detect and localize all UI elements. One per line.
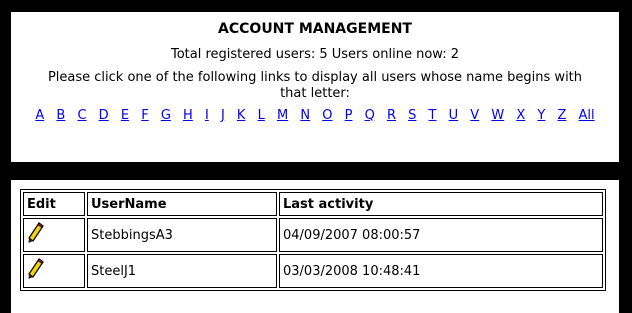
letter-link-all[interactable]: All [579, 108, 595, 124]
letter-link-k[interactable]: K [237, 108, 246, 124]
pencil-icon[interactable] [27, 222, 45, 244]
letter-link-r[interactable]: R [387, 108, 396, 124]
letter-link-u[interactable]: U [449, 108, 459, 124]
letter-link-n[interactable]: N [300, 108, 310, 124]
letter-link-z[interactable]: Z [557, 108, 566, 124]
letter-link-o[interactable]: O [322, 108, 332, 124]
letter-link-p[interactable]: P [345, 108, 353, 124]
letter-link-i[interactable]: I [205, 108, 209, 124]
last-activity-cell: 04/09/2007 08:00:57 [279, 218, 603, 252]
table-row: StebbingsA3 04/09/2007 08:00:57 [23, 218, 603, 252]
letter-link-q[interactable]: Q [365, 108, 375, 124]
users-table: Edit UserName Last activity StebbingsA3 [20, 189, 606, 291]
account-management-panel: ACCOUNT MANAGEMENT Total registered user… [11, 12, 619, 162]
table-row: SteelJ1 03/03/2008 10:48:41 [23, 254, 603, 288]
letter-link-s[interactable]: S [408, 108, 416, 124]
edit-cell [23, 254, 85, 288]
column-header-last-activity: Last activity [279, 192, 603, 216]
letter-link-v[interactable]: V [470, 108, 479, 124]
letter-link-a[interactable]: A [35, 108, 44, 124]
edit-cell [23, 218, 85, 252]
letter-link-w[interactable]: W [491, 108, 504, 124]
table-header-row: Edit UserName Last activity [23, 192, 603, 216]
letter-links: A B C D E F G H I J K L M N O P Q R S T … [25, 108, 605, 124]
letter-link-m[interactable]: M [277, 108, 288, 124]
page-title: ACCOUNT MANAGEMENT [218, 21, 412, 37]
letter-link-l[interactable]: L [258, 108, 265, 124]
pencil-icon[interactable] [27, 258, 45, 280]
letter-link-e[interactable]: E [121, 108, 129, 124]
column-header-username: UserName [87, 192, 277, 216]
letter-link-t[interactable]: T [429, 108, 437, 124]
letter-link-h[interactable]: H [183, 108, 193, 124]
letter-link-d[interactable]: D [99, 108, 109, 124]
letter-link-g[interactable]: G [161, 108, 171, 124]
users-table-panel: Edit UserName Last activity StebbingsA3 [11, 180, 619, 313]
username-cell: SteelJ1 [87, 254, 277, 288]
letter-link-f[interactable]: F [141, 108, 148, 124]
letter-instruction: Please click one of the following links … [47, 70, 583, 101]
user-counts: Total registered users: 5 Users online n… [171, 47, 459, 62]
letter-link-j[interactable]: J [221, 108, 225, 124]
letter-link-b[interactable]: B [56, 108, 65, 124]
last-activity-cell: 03/03/2008 10:48:41 [279, 254, 603, 288]
letter-link-x[interactable]: X [516, 108, 525, 124]
column-header-edit: Edit [23, 192, 85, 216]
letter-link-y[interactable]: Y [537, 108, 545, 124]
username-cell: StebbingsA3 [87, 218, 277, 252]
letter-link-c[interactable]: C [77, 108, 86, 124]
